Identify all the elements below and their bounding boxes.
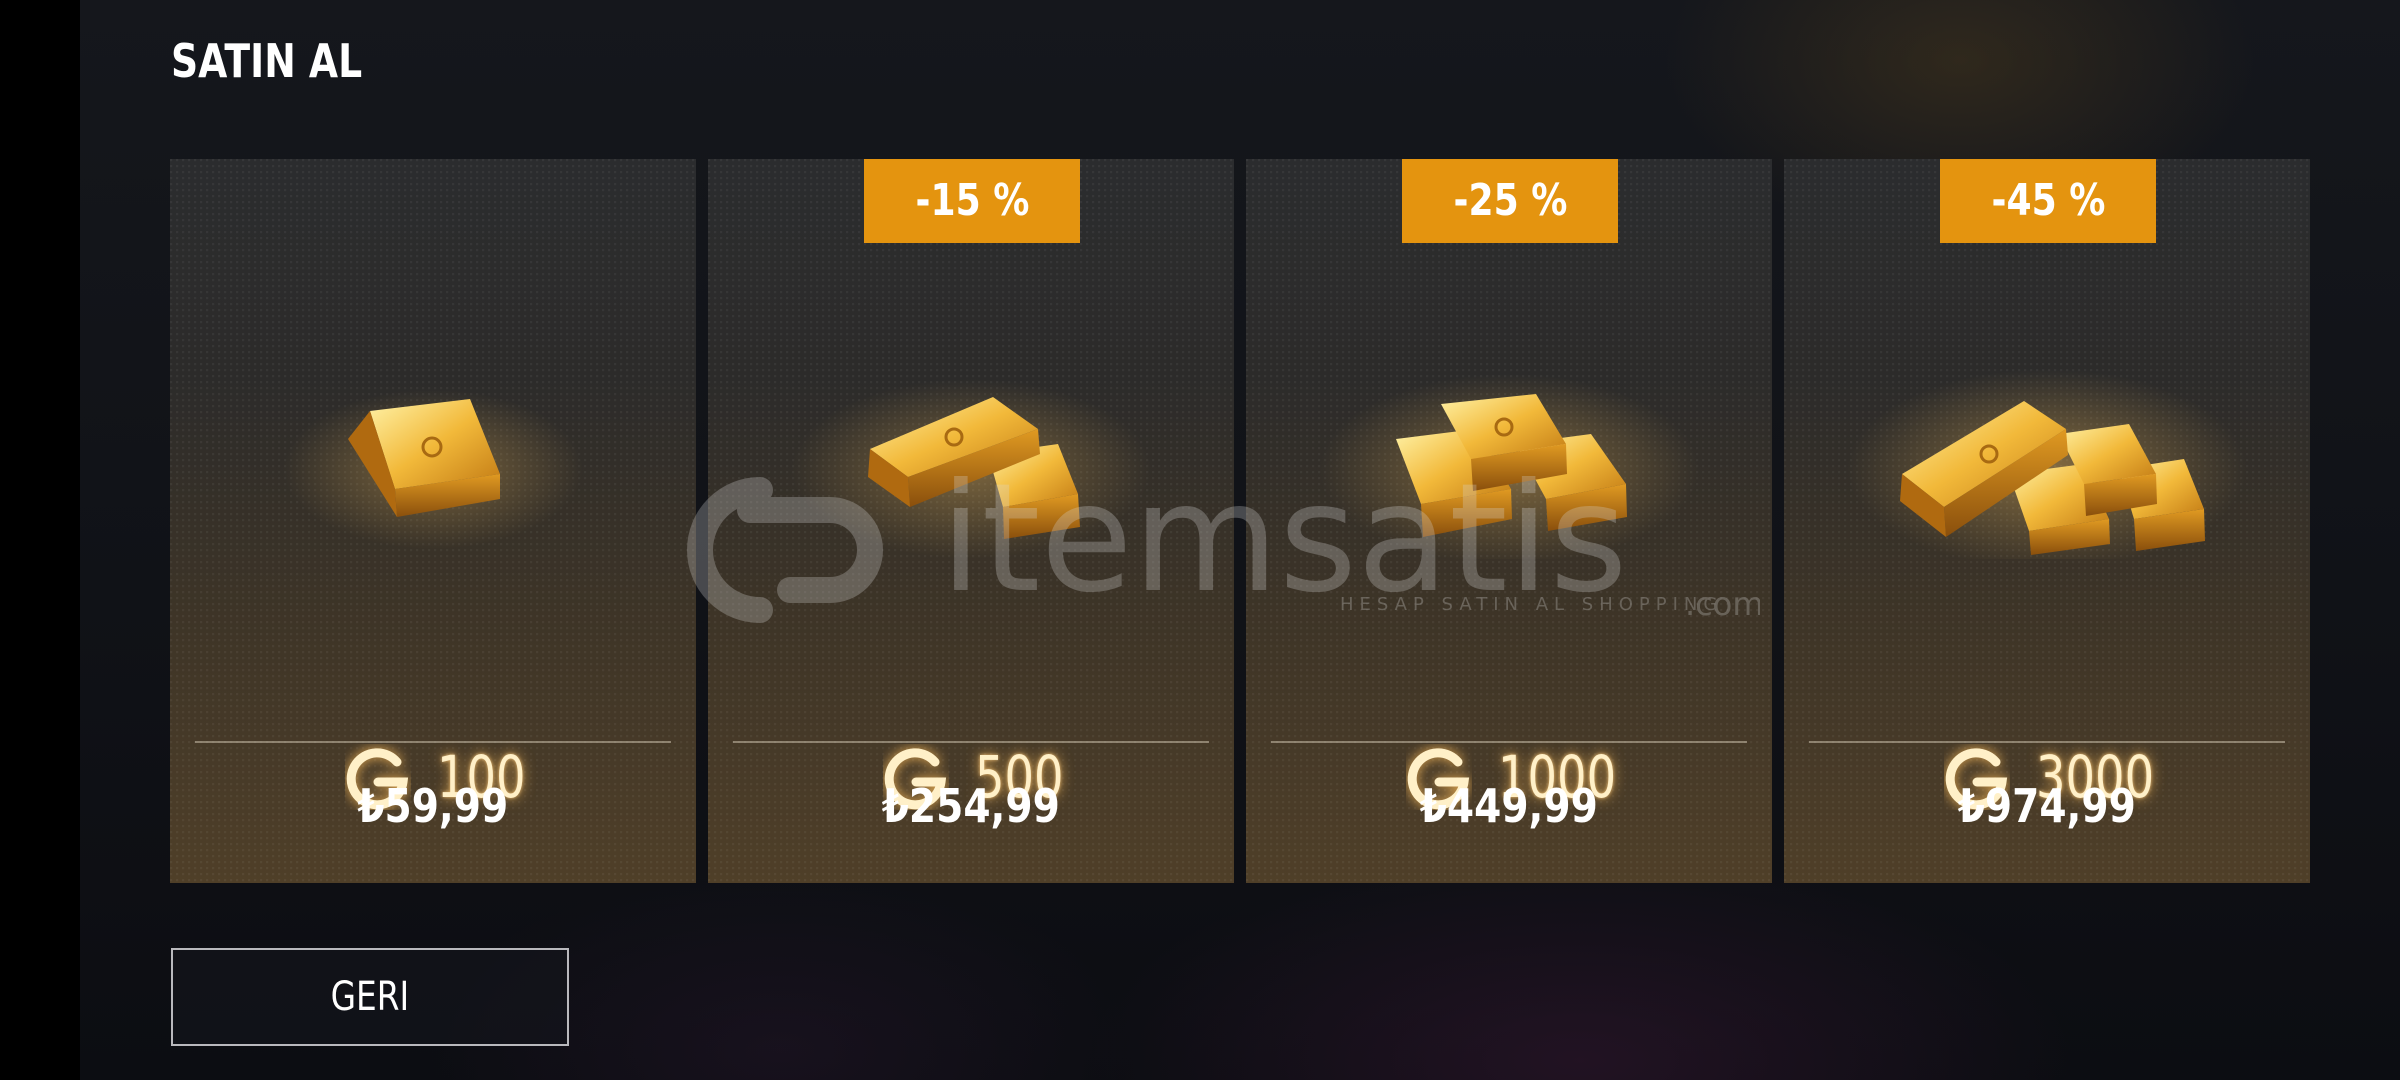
divider: [1271, 741, 1747, 743]
gold-bars-icon: [708, 359, 1234, 559]
gold-bars-icon: [1246, 359, 1772, 559]
offer-list: 100 ₺59,99 -15 % 500 ₺254,99 -25 % 1000 …: [170, 159, 2310, 883]
price-label: ₺59,99: [357, 779, 509, 833]
offer-card-100[interactable]: 100 ₺59,99: [170, 159, 696, 883]
offer-card-500[interactable]: -15 % 500 ₺254,99: [708, 159, 1234, 883]
page-title: SATIN AL: [171, 34, 363, 88]
discount-badge: -45 %: [1940, 159, 2156, 243]
divider: [1809, 741, 2285, 743]
price-label: ₺449,99: [1419, 779, 1599, 833]
offer-card-3000[interactable]: -45 % 3000 ₺974,99: [1784, 159, 2310, 883]
price-label: ₺254,99: [881, 779, 1061, 833]
gold-bars-icon: [1784, 359, 2310, 559]
offer-card-1000[interactable]: -25 % 1000 ₺449,99: [1246, 159, 1772, 883]
gold-bar-icon: [170, 359, 696, 559]
game-screen: SATIN AL 100 ₺59,99 -15 % 500 ₺254,99 -2…: [0, 0, 2400, 1080]
back-button[interactable]: GERI: [171, 948, 569, 1046]
discount-badge: -15 %: [864, 159, 1080, 243]
discount-badge: -25 %: [1402, 159, 1618, 243]
divider: [733, 741, 1209, 743]
left-letterbox: [0, 0, 80, 1080]
price-label: ₺974,99: [1957, 779, 2137, 833]
divider: [195, 741, 671, 743]
